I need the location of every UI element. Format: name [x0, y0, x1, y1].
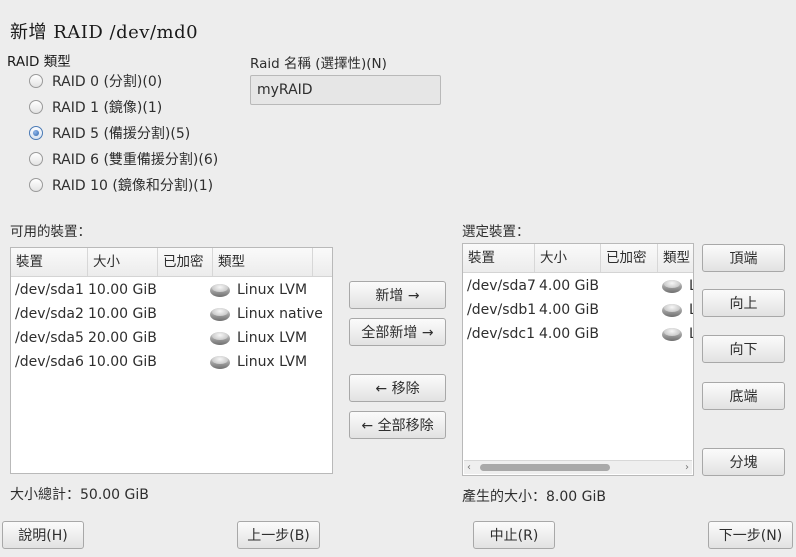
disk-icon — [662, 326, 682, 342]
chunk-size-button[interactable]: 分塊 — [702, 448, 785, 476]
radio-raid6-label: RAID 6 (雙重備援分割)(6) — [52, 152, 219, 168]
cell-device: /dev/sda6 — [15, 354, 84, 370]
next-button[interactable]: 下一步(N) — [708, 521, 793, 549]
radio-raid1[interactable]: RAID 1 (鏡像)(1) — [29, 97, 162, 117]
disk-icon — [662, 302, 682, 318]
radio-raid5[interactable]: RAID 5 (備援分割)(5) — [29, 123, 190, 143]
table-row[interactable]: /dev/sdc1 4.00 GiB L — [463, 322, 693, 346]
radio-button-raid0[interactable] — [29, 74, 43, 88]
cell-device: /dev/sdb1 — [467, 302, 537, 318]
raid-type-label: RAID 類型 — [7, 54, 71, 70]
col-header-device[interactable]: 裝置 — [463, 244, 535, 272]
radio-raid0[interactable]: RAID 0 (分割)(0) — [29, 71, 162, 91]
move-up-button[interactable]: 向上 — [702, 289, 785, 317]
cell-size: 4.00 GiB — [539, 326, 599, 342]
cell-device: /dev/sda1 — [15, 282, 84, 298]
available-total-size: 大小總計：50.00 GiB — [10, 487, 149, 503]
disk-icon — [210, 330, 230, 346]
scroll-right-icon[interactable]: › — [685, 461, 689, 474]
help-button[interactable]: 說明(H) — [2, 521, 84, 549]
cell-type: Linux native — [237, 306, 323, 322]
horizontal-scrollbar[interactable]: ‹ › — [464, 460, 692, 474]
selected-devices-label: 選定裝置： — [462, 224, 530, 240]
available-devices-list[interactable]: 裝置 大小 已加密 類型 /dev/sda1 10.00 GiB Linux L… — [10, 247, 333, 474]
radio-button-raid10[interactable] — [29, 178, 43, 192]
radio-raid5-label: RAID 5 (備援分割)(5) — [52, 126, 191, 142]
disk-icon — [210, 354, 230, 370]
col-header-size[interactable]: 大小 — [88, 248, 158, 276]
radio-raid6[interactable]: RAID 6 (雙重備援分割)(6) — [29, 149, 218, 169]
col-header-device[interactable]: 裝置 — [11, 248, 88, 276]
result-size: 產生的大小：8.00 GiB — [462, 489, 606, 505]
radio-raid10[interactable]: RAID 10 (鏡像和分割)(1) — [29, 175, 213, 195]
radio-button-raid1[interactable] — [29, 100, 43, 114]
cell-size: 10.00 GiB — [88, 282, 157, 298]
table-row[interactable]: /dev/sda1 10.00 GiB Linux LVM — [11, 278, 307, 302]
cell-type: L — [689, 278, 693, 294]
move-down-button[interactable]: 向下 — [702, 335, 785, 363]
cell-size: 4.00 GiB — [539, 302, 599, 318]
remove-button[interactable]: ← 移除 — [349, 374, 446, 402]
col-header-type[interactable]: 類型 — [213, 248, 313, 276]
selected-devices-list[interactable]: 裝置 大小 已加密 類型 /dev/sda7 4.00 GiB L /dev/s… — [462, 243, 694, 476]
table-row[interactable]: /dev/sda6 10.00 GiB Linux LVM — [11, 350, 307, 374]
cell-device: /dev/sda2 — [15, 306, 84, 322]
available-list-header: 裝置 大小 已加密 類型 — [11, 248, 332, 277]
available-devices-label: 可用的裝置： — [10, 224, 91, 240]
add-all-button[interactable]: 全部新增 → — [349, 318, 446, 346]
cell-type: L — [689, 302, 693, 318]
table-row[interactable]: /dev/sda7 4.00 GiB L — [463, 274, 693, 298]
radio-raid10-label: RAID 10 (鏡像和分割)(1) — [52, 178, 214, 194]
cell-device: /dev/sda7 — [467, 278, 536, 294]
add-button[interactable]: 新增 → — [349, 281, 446, 309]
move-bottom-button[interactable]: 底端 — [702, 382, 785, 410]
abort-button[interactable]: 中止(R) — [473, 521, 555, 549]
dialog-title: 新增 RAID /dev/md0 — [10, 22, 199, 43]
col-header-encrypted[interactable]: 已加密 — [158, 248, 213, 276]
col-header-size[interactable]: 大小 — [535, 244, 601, 272]
scroll-left-icon[interactable]: ‹ — [467, 461, 471, 474]
move-top-button[interactable]: 頂端 — [702, 244, 785, 272]
cell-type: Linux LVM — [237, 282, 308, 298]
remove-all-button[interactable]: ← 全部移除 — [349, 411, 446, 439]
back-button[interactable]: 上一步(B) — [237, 521, 320, 549]
cell-size: 10.00 GiB — [88, 354, 157, 370]
scrollbar-thumb[interactable] — [480, 464, 610, 471]
radio-button-raid5[interactable] — [29, 126, 43, 140]
table-row[interactable]: /dev/sdb1 4.00 GiB L — [463, 298, 693, 322]
cell-size: 10.00 GiB — [88, 306, 157, 322]
col-header-encrypted[interactable]: 已加密 — [601, 244, 658, 272]
disk-icon — [210, 306, 230, 322]
col-header-type[interactable]: 類型 — [658, 244, 693, 272]
cell-device: /dev/sdc1 — [467, 326, 536, 342]
radio-raid1-label: RAID 1 (鏡像)(1) — [52, 100, 163, 116]
table-row[interactable]: /dev/sda2 10.00 GiB Linux native — [11, 302, 323, 326]
cell-type: L — [689, 326, 693, 342]
disk-icon — [662, 278, 682, 294]
radio-raid0-label: RAID 0 (分割)(0) — [52, 74, 163, 90]
table-row[interactable]: /dev/sda5 20.00 GiB Linux LVM — [11, 326, 307, 350]
cell-size: 4.00 GiB — [539, 278, 599, 294]
cell-type: Linux LVM — [237, 330, 308, 346]
disk-icon — [210, 282, 230, 298]
raid-name-input[interactable] — [250, 75, 441, 105]
selected-list-header: 裝置 大小 已加密 類型 — [463, 244, 693, 273]
cell-size: 20.00 GiB — [88, 330, 157, 346]
cell-device: /dev/sda5 — [15, 330, 84, 346]
radio-button-raid6[interactable] — [29, 152, 43, 166]
cell-type: Linux LVM — [237, 354, 308, 370]
raid-name-label: Raid 名稱 (選擇性)(N) — [250, 56, 387, 72]
